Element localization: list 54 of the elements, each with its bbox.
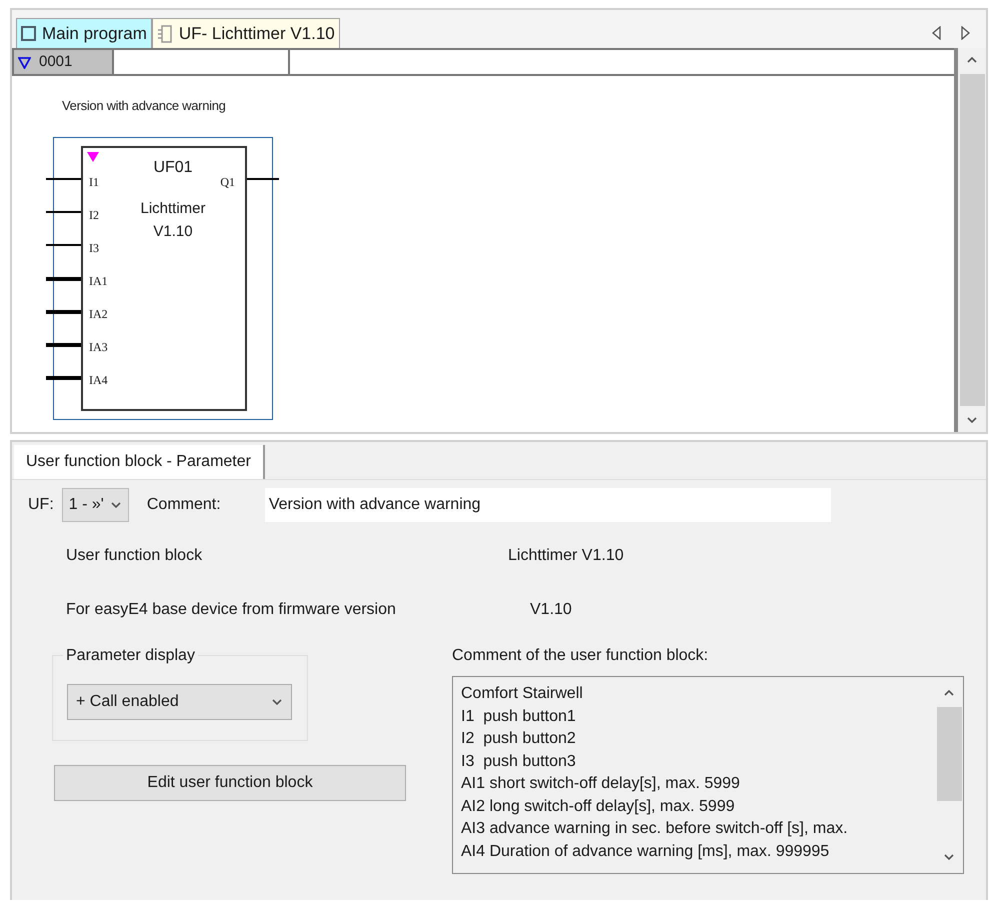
comment-line: I1 push button1 xyxy=(461,706,577,726)
comment-listbox[interactable] xyxy=(452,676,964,874)
block-title: Lichttimer xyxy=(140,199,206,219)
input-wire xyxy=(46,376,81,380)
square-icon xyxy=(21,26,36,41)
rung-comment: Version with advance warning xyxy=(62,97,226,115)
input-pin-label: I3 xyxy=(89,240,99,257)
input-wire xyxy=(46,244,81,246)
comment-line: I3 push button3 xyxy=(461,752,577,772)
scroll-right-icon[interactable] xyxy=(961,26,970,40)
uf-dropdown[interactable]: 1 - »' xyxy=(62,488,129,522)
scroll-left-icon[interactable] xyxy=(932,26,941,40)
parameter-tab[interactable]: User function block - Parameter xyxy=(14,445,265,479)
comment-field[interactable]: Version with advance warning xyxy=(264,488,831,522)
input-wire xyxy=(46,277,81,281)
info-label: User function block xyxy=(66,546,204,566)
output-pin-label: Q1 xyxy=(220,174,235,191)
rung-number: 0001 xyxy=(39,52,72,72)
module-icon xyxy=(156,24,173,42)
uf-label: UF: xyxy=(28,495,54,515)
input-pin-label: IA1 xyxy=(89,273,108,290)
input-wire xyxy=(46,343,81,347)
editor-tab[interactable]: Main program xyxy=(16,18,152,48)
output-wire xyxy=(247,178,279,180)
comment-list-label: Comment of the user function block: xyxy=(452,646,710,666)
comment-line: I2 push button2 xyxy=(461,729,577,749)
scrollbar-thumb[interactable] xyxy=(936,707,962,801)
input-pin-label: IA2 xyxy=(89,306,108,323)
rung-header[interactable]: 0001 xyxy=(14,50,114,74)
input-wire xyxy=(46,211,81,213)
info-value: Lichttimer V1.10 xyxy=(508,546,624,566)
vertical-scrollbar[interactable] xyxy=(958,48,986,432)
edit-button[interactable]: Edit user function block xyxy=(54,765,406,801)
comment-label: Comment: xyxy=(146,495,222,515)
editor-tab[interactable]: UF- Lichttimer V1.10 xyxy=(152,18,340,48)
comment-line: AI1 short switch-off delay[s], max. 5999 xyxy=(461,774,741,794)
scrollbar-thumb[interactable] xyxy=(960,74,984,406)
block-version: V1.10 xyxy=(153,222,193,242)
input-wire xyxy=(46,310,81,314)
collapse-triangle-icon[interactable] xyxy=(18,56,31,68)
input-pin-label: I2 xyxy=(89,207,99,224)
info-label: For easyE4 base device from firmware version xyxy=(66,600,397,620)
block-name: UF01 xyxy=(153,158,193,178)
input-pin-label: IA3 xyxy=(89,339,108,356)
input-pin-label: IA4 xyxy=(89,372,108,389)
parameter-display-dropdown[interactable]: + Call enabled xyxy=(67,684,292,720)
comment-line: Comfort Stairwell xyxy=(461,684,584,704)
info-value: V1.10 xyxy=(530,600,572,620)
comment-line: AI2 long switch-off delay[s], max. 5999 xyxy=(461,796,736,816)
marker-triangle-icon xyxy=(87,152,99,162)
comment-line: AI3 advance warning in sec. before switch-off [s], max. xyxy=(461,819,849,839)
comment-line: AI4 Duration of advance warning [ms], max. 999995 xyxy=(461,842,830,862)
input-wire xyxy=(46,178,81,180)
input-pin-label: I1 xyxy=(89,174,99,191)
